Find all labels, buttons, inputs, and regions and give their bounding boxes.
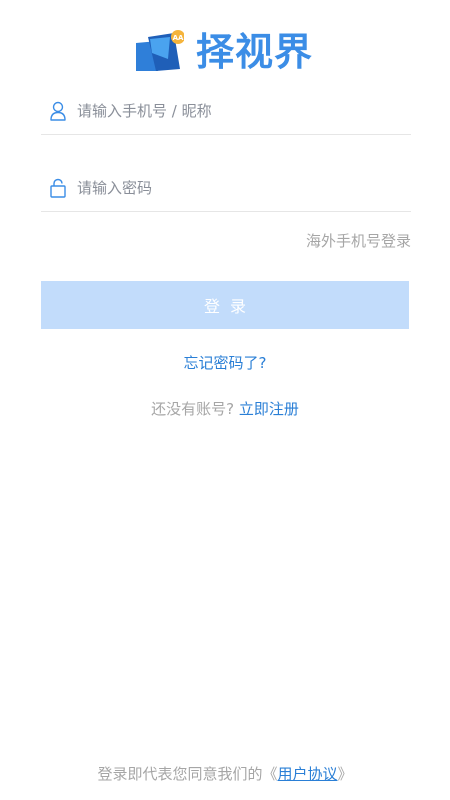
logo-text: 择视界	[196, 30, 314, 74]
user-agreement-link[interactable]: 用户协议	[277, 765, 337, 783]
password-field-row	[41, 165, 411, 212]
password-input[interactable]	[77, 179, 411, 197]
login-button[interactable]: 登录	[41, 281, 409, 329]
agreement-suffix: 》	[337, 765, 353, 783]
phone-field-row	[41, 88, 411, 135]
logo-badge: AA	[173, 34, 184, 42]
register-prompt: 还没有账号?	[151, 400, 235, 418]
logo-mark-icon: AA	[136, 29, 185, 75]
phone-input[interactable]	[77, 102, 411, 120]
user-agreement-line: 登录即代表您同意我们的《用户协议》	[0, 763, 450, 784]
user-icon	[49, 100, 67, 122]
app-logo: AA 择视界	[136, 28, 316, 76]
agreement-prefix: 登录即代表您同意我们的《	[97, 765, 278, 783]
forgot-password-link[interactable]: 忘记密码了?	[0, 352, 450, 373]
lock-icon	[49, 177, 67, 199]
register-prompt-line: 还没有账号? 立即注册	[0, 398, 450, 419]
register-link[interactable]: 立即注册	[239, 400, 299, 418]
overseas-phone-login-link[interactable]: 海外手机号登录	[306, 230, 411, 251]
